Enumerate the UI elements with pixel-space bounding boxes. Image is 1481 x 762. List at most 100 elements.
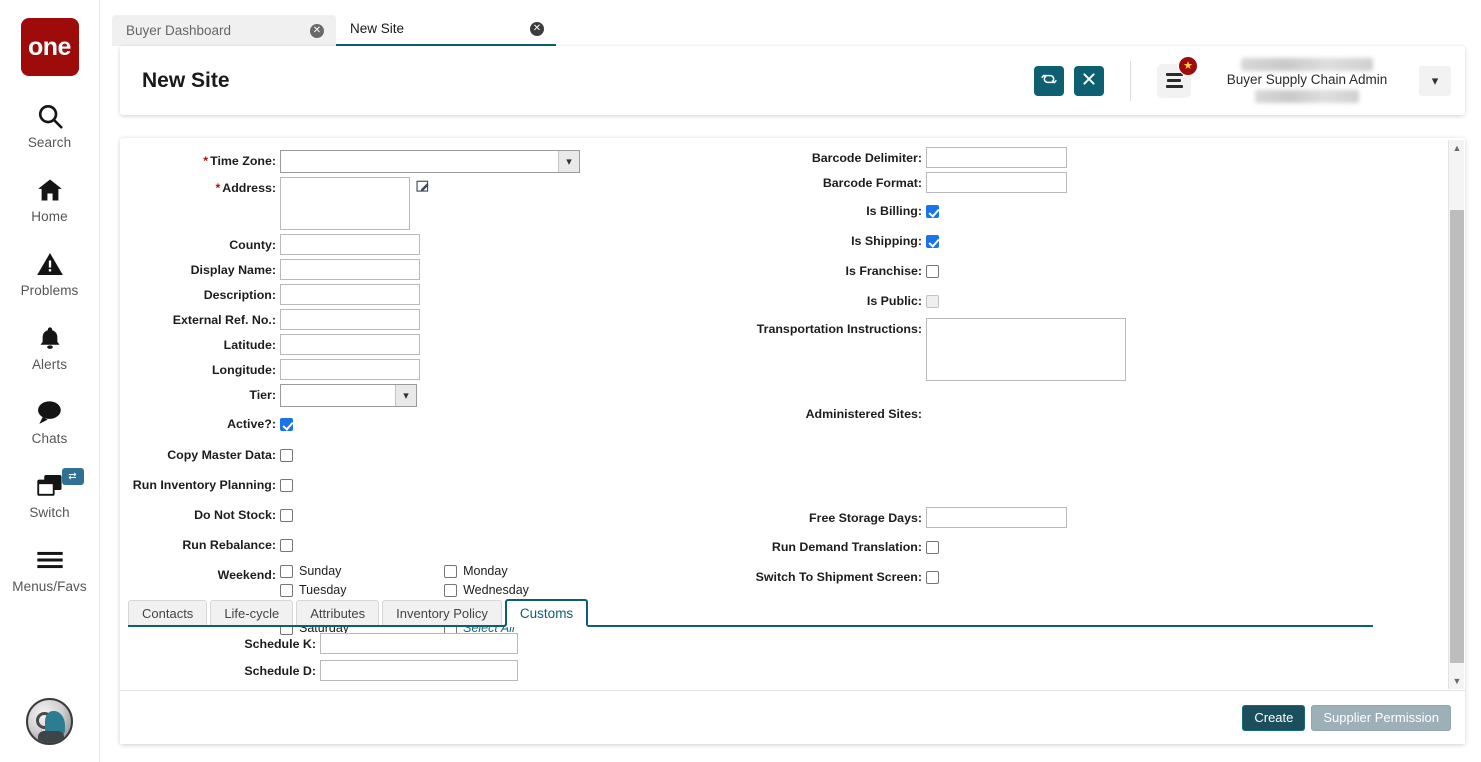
run-rebalance-checkbox[interactable] bbox=[280, 539, 293, 552]
swap-arrows-icon[interactable]: ⇄ bbox=[62, 468, 84, 485]
barcode-delimiter-input[interactable] bbox=[926, 147, 1067, 168]
latitude-input[interactable] bbox=[280, 334, 420, 355]
label-run-rebalance: Run Rebalance: bbox=[120, 534, 280, 552]
weekend-item-wednesday[interactable]: Wednesday bbox=[444, 583, 529, 597]
label-weekend: Weekend: bbox=[120, 564, 280, 582]
label-time-zone: *Time Zone: bbox=[120, 150, 280, 168]
label-is-shipping: Is Shipping: bbox=[740, 230, 926, 248]
schedule-k-input[interactable] bbox=[320, 633, 518, 654]
caret-up-icon[interactable]: ▲ bbox=[1449, 140, 1465, 156]
weekend-label: Sunday bbox=[299, 564, 341, 578]
workspace-tab-new-site[interactable]: New Site ✕ bbox=[336, 13, 556, 46]
supplier-permission-button[interactable]: Supplier Permission bbox=[1311, 705, 1451, 731]
active-checkbox[interactable] bbox=[280, 418, 293, 431]
tab-life-cycle[interactable]: Life-cycle bbox=[210, 600, 293, 625]
user-menu-toggle[interactable]: ▾ bbox=[1419, 66, 1451, 96]
label-barcode-delimiter: Barcode Delimiter: bbox=[740, 147, 926, 165]
time-zone-select-wrap bbox=[280, 150, 580, 173]
refresh-button[interactable] bbox=[1034, 66, 1064, 96]
free-storage-days-input[interactable] bbox=[926, 507, 1067, 528]
weekend-item-tuesday[interactable]: Tuesday bbox=[280, 583, 351, 597]
form-footer: Create Supplier Permission bbox=[120, 690, 1465, 744]
is-billing-cell bbox=[926, 200, 939, 221]
run-demand-translation-checkbox[interactable] bbox=[926, 541, 939, 554]
field-row-tier: Tier: bbox=[120, 384, 740, 407]
sidebar-label-chats: Chats bbox=[32, 431, 68, 446]
close-circle-icon[interactable]: ✕ bbox=[530, 22, 544, 36]
field-row-is-public: Is Public: bbox=[740, 290, 1300, 311]
weekend-sunday-checkbox[interactable] bbox=[280, 565, 293, 578]
workspace-tab-buyer-dashboard[interactable]: Buyer Dashboard ✕ bbox=[112, 15, 336, 46]
caret-down-icon[interactable]: ▼ bbox=[1449, 673, 1465, 689]
is-billing-checkbox[interactable] bbox=[926, 205, 939, 218]
is-shipping-checkbox[interactable] bbox=[926, 235, 939, 248]
longitude-input[interactable] bbox=[280, 359, 420, 380]
field-row-copy-master-data: Copy Master Data: bbox=[120, 444, 740, 465]
tier-select-wrap bbox=[280, 384, 417, 407]
sidebar-label-alerts: Alerts bbox=[32, 357, 67, 372]
description-input[interactable] bbox=[280, 284, 420, 305]
sidebar-item-menus-favs[interactable]: Menus/Favs bbox=[0, 544, 100, 594]
address-textarea[interactable] bbox=[280, 177, 410, 230]
time-zone-select[interactable] bbox=[280, 150, 580, 173]
one-network-logo[interactable]: one bbox=[21, 18, 79, 76]
switch-to-shipment-screen-checkbox[interactable] bbox=[926, 571, 939, 584]
transportation-instructions-textarea[interactable] bbox=[926, 318, 1126, 381]
chat-bubble-icon bbox=[35, 396, 65, 428]
tier-select[interactable] bbox=[280, 384, 417, 407]
scrollbar-thumb[interactable] bbox=[1450, 210, 1464, 663]
county-input[interactable] bbox=[280, 234, 420, 255]
run-inventory-planning-checkbox[interactable] bbox=[280, 479, 293, 492]
copy-master-data-checkbox[interactable] bbox=[280, 449, 293, 462]
display-name-input[interactable] bbox=[280, 259, 420, 280]
tab-attributes[interactable]: Attributes bbox=[296, 600, 379, 625]
sidebar-item-chats[interactable]: Chats bbox=[0, 396, 100, 446]
field-row-do-not-stock: Do Not Stock: bbox=[120, 504, 740, 525]
active-checkbox-cell bbox=[280, 413, 293, 434]
is-franchise-checkbox[interactable] bbox=[926, 265, 939, 278]
weekend-wednesday-checkbox[interactable] bbox=[444, 584, 457, 597]
field-row-switch-to-shipment-screen: Switch To Shipment Screen: bbox=[740, 566, 1300, 587]
field-row-display-name: Display Name: bbox=[120, 259, 740, 280]
schedule-d-input[interactable] bbox=[320, 660, 518, 681]
sidebar-item-home[interactable]: Home bbox=[0, 174, 100, 224]
favorites-menu-button[interactable]: ★ bbox=[1157, 64, 1191, 98]
user-account-menu[interactable]: Buyer Supply Chain Admin bbox=[1207, 58, 1407, 102]
barcode-format-input[interactable] bbox=[926, 172, 1067, 193]
do-not-stock-cell bbox=[280, 504, 293, 525]
vertical-scrollbar[interactable]: ▲ ▼ bbox=[1448, 140, 1464, 689]
close-page-button[interactable] bbox=[1074, 66, 1104, 96]
avatar[interactable] bbox=[26, 698, 73, 745]
close-x-icon bbox=[1082, 72, 1096, 90]
sidebar-item-problems[interactable]: Problems bbox=[0, 248, 100, 298]
label-is-public: Is Public: bbox=[740, 290, 926, 308]
field-row-time-zone: *Time Zone: bbox=[120, 150, 740, 173]
tab-contacts[interactable]: Contacts bbox=[128, 600, 207, 625]
weekend-monday-checkbox[interactable] bbox=[444, 565, 457, 578]
close-circle-icon[interactable]: ✕ bbox=[310, 24, 324, 38]
weekend-tuesday-checkbox[interactable] bbox=[280, 584, 293, 597]
label-administered-sites: Administered Sites: bbox=[740, 403, 926, 421]
copy-master-data-cell bbox=[280, 444, 293, 465]
weekend-item-sunday[interactable]: Sunday bbox=[280, 564, 351, 578]
weekend-label: Wednesday bbox=[463, 583, 529, 597]
sidebar-item-search[interactable]: Search bbox=[0, 100, 100, 150]
star-icon: ★ bbox=[1178, 56, 1198, 76]
hamburger-icon bbox=[35, 544, 65, 576]
sidebar-item-switch[interactable]: ⇄ Switch bbox=[0, 470, 100, 520]
required-marker: * bbox=[215, 181, 220, 195]
label-schedule-d: Schedule D: bbox=[120, 660, 320, 678]
weekend-item-monday[interactable]: Monday bbox=[444, 564, 529, 578]
tab-inventory-policy[interactable]: Inventory Policy bbox=[382, 600, 502, 625]
external-ref-no-input[interactable] bbox=[280, 309, 420, 330]
left-nav-rail: one Search Home bbox=[0, 0, 100, 762]
tab-customs[interactable]: Customs bbox=[505, 599, 588, 627]
user-identity: Buyer Supply Chain Admin bbox=[1207, 58, 1407, 102]
label-external-ref-no: External Ref. No.: bbox=[120, 309, 280, 327]
form-inner: *Time Zone: *Address: bbox=[120, 138, 1447, 690]
do-not-stock-checkbox[interactable] bbox=[280, 509, 293, 522]
label-county: County: bbox=[120, 234, 280, 252]
create-button[interactable]: Create bbox=[1242, 705, 1305, 731]
edit-pencil-icon[interactable] bbox=[416, 179, 430, 193]
sidebar-item-alerts[interactable]: Alerts bbox=[0, 322, 100, 372]
